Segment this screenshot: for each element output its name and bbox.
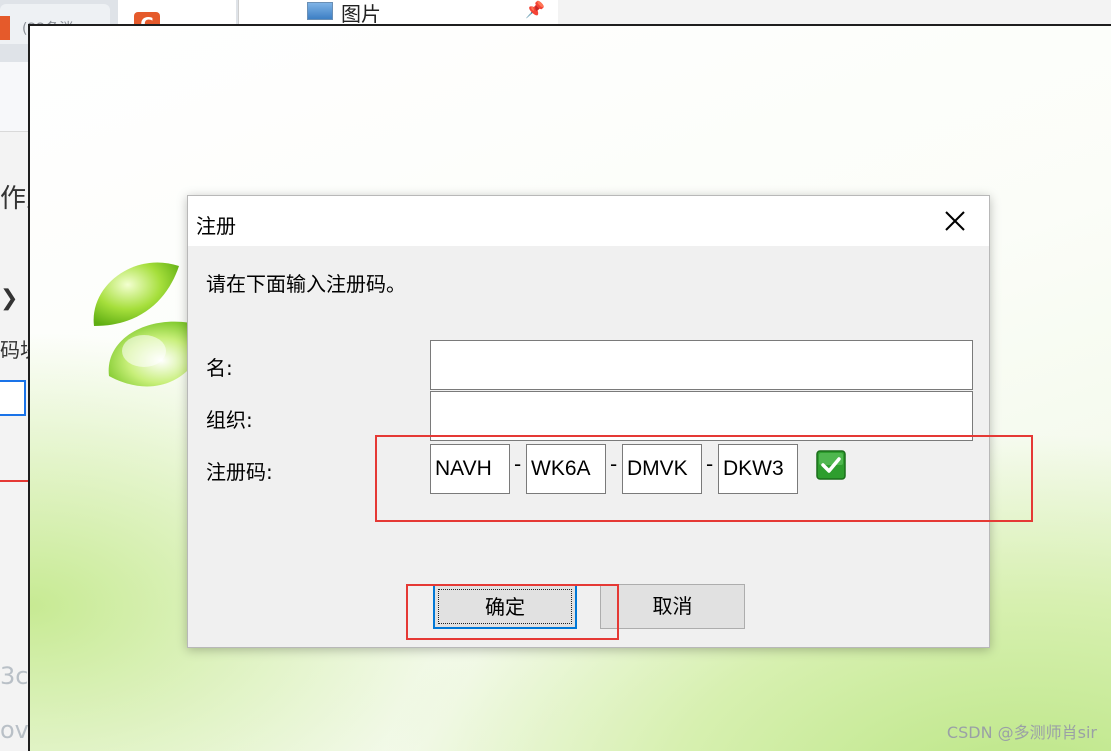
- registration-dialog: 注册 请在下面输入注册码。 名: 组织: 注册码: NAVH - WK6A - …: [187, 195, 990, 648]
- serial-separator: -: [706, 452, 714, 476]
- valid-check-icon: [816, 450, 846, 480]
- name-input[interactable]: [430, 340, 973, 390]
- serial-part-3-input[interactable]: DMVK: [622, 444, 702, 494]
- close-icon: [945, 211, 965, 231]
- screen: (22条消 C 作之 ❯ 码块 3cl ov 图片 📌: [0, 0, 1111, 751]
- dialog-title: 注册: [196, 214, 236, 238]
- background-explorer-item[interactable]: 图片 📌: [238, 0, 558, 26]
- organization-label: 组织:: [206, 408, 253, 432]
- chevron-right-icon: ❯: [0, 286, 19, 311]
- focus-ring: [438, 589, 572, 624]
- explorer-item-label: 图片: [341, 2, 381, 26]
- background-faded-text-2: ov: [0, 716, 29, 744]
- cancel-button-label: 取消: [652, 594, 693, 618]
- serial-separator: -: [610, 452, 618, 476]
- close-button[interactable]: [940, 206, 970, 236]
- dialog-titlebar: 注册: [188, 196, 989, 246]
- serial-part-2-input[interactable]: WK6A: [526, 444, 606, 494]
- serial-label: 注册码:: [206, 460, 273, 484]
- watermark-text: CSDN @多测师肖sir: [946, 723, 1097, 742]
- organization-input[interactable]: [430, 391, 973, 441]
- cancel-button[interactable]: 取消: [600, 584, 745, 629]
- serial-separator: -: [514, 452, 522, 476]
- instruction-text: 请在下面输入注册码。: [206, 272, 406, 296]
- background-red-line: [0, 480, 28, 482]
- picture-folder-icon: [307, 2, 333, 20]
- serial-part-1-input[interactable]: NAVH: [430, 444, 510, 494]
- ok-button[interactable]: 确定: [433, 584, 577, 629]
- serial-part-4-input[interactable]: DKW3: [718, 444, 798, 494]
- pin-icon: 📌: [525, 0, 545, 19]
- background-address-bar: [0, 62, 30, 132]
- background-button-fragment: [0, 380, 26, 416]
- tab-favicon-icon: [0, 16, 10, 40]
- name-label: 名:: [206, 356, 233, 380]
